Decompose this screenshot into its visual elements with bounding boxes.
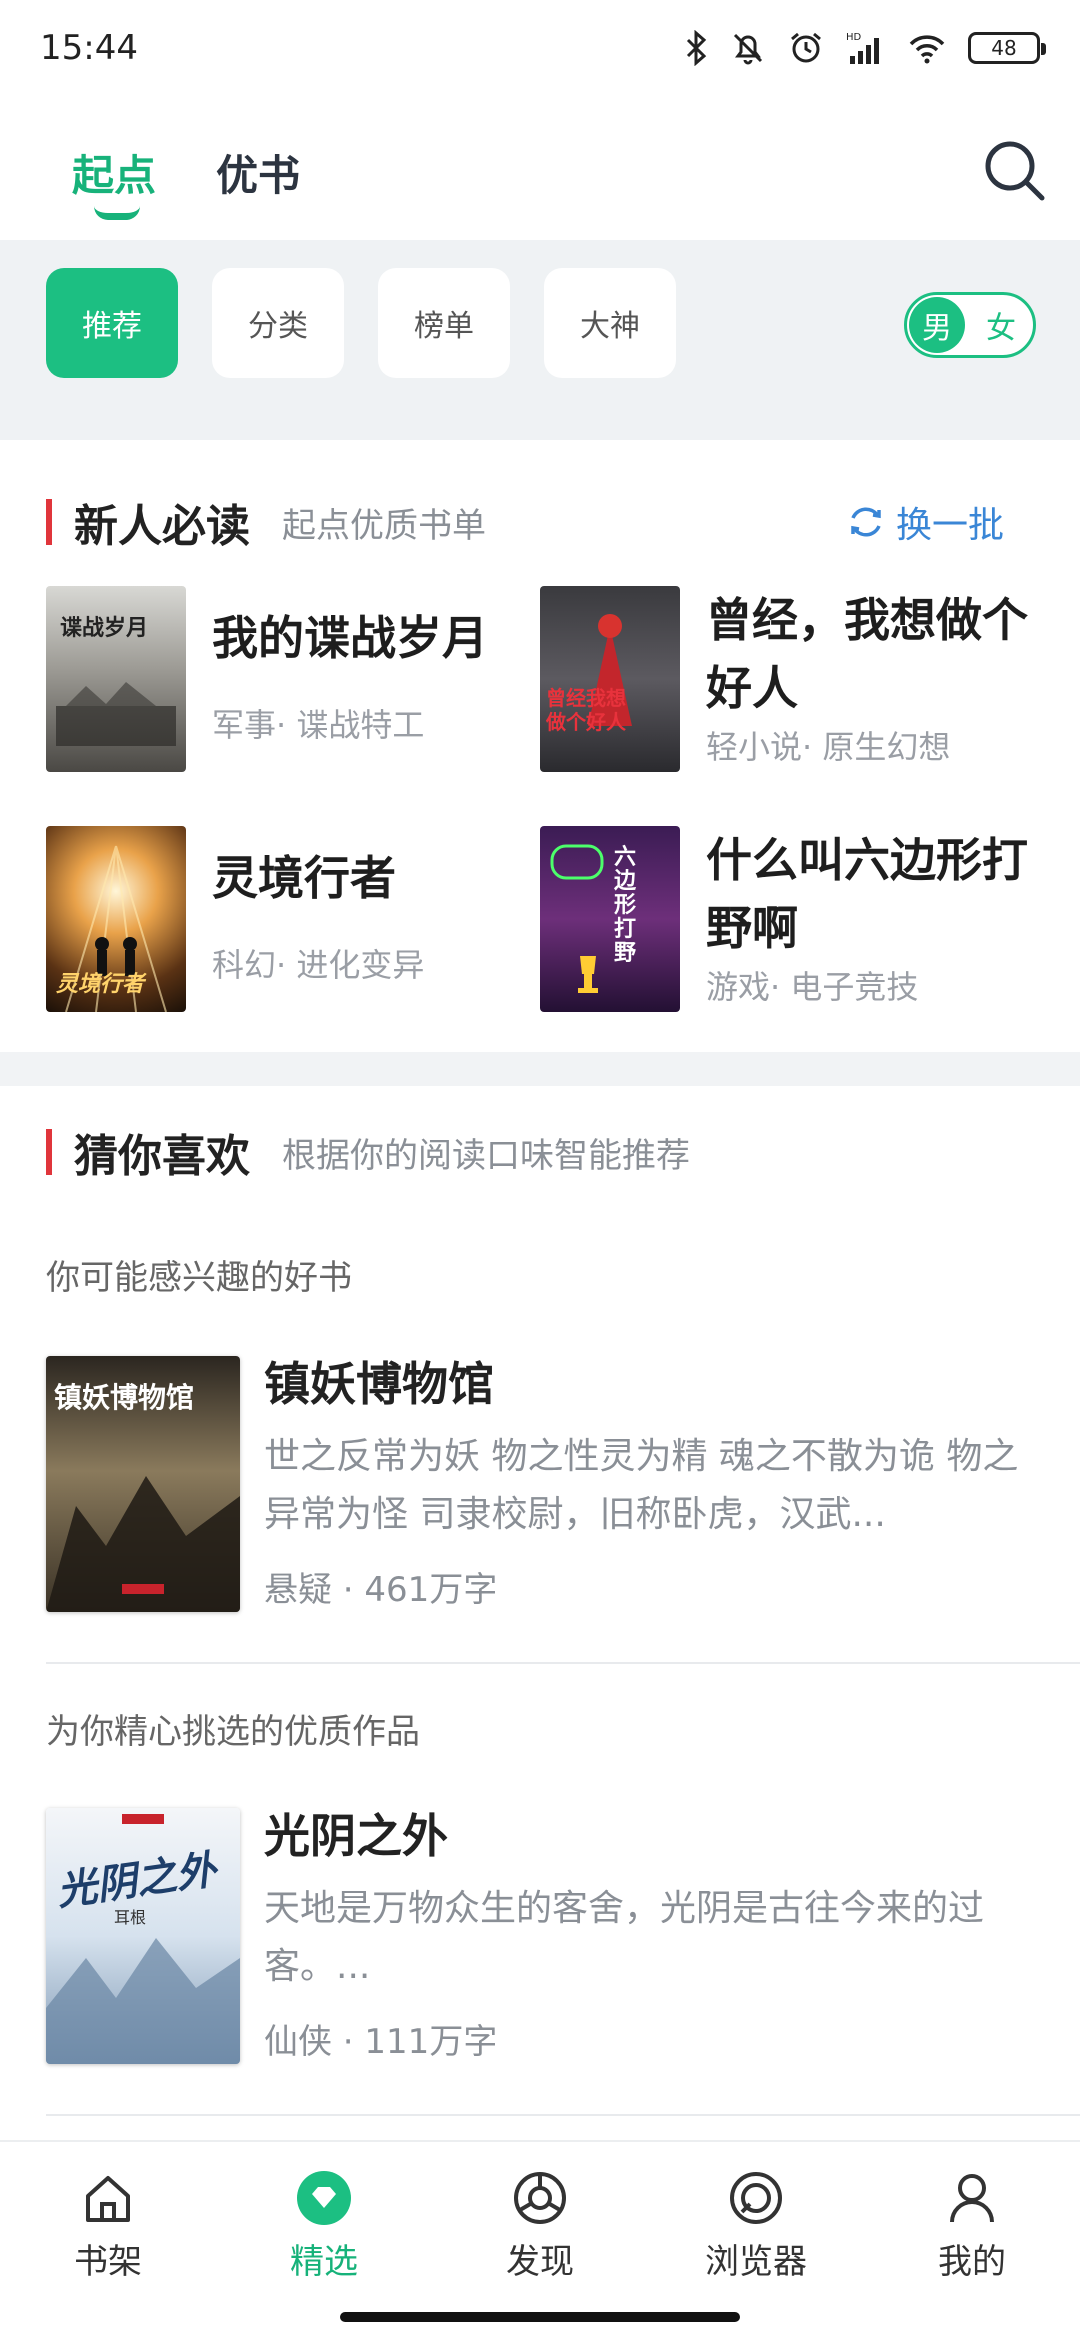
top-nav: 起点 优书 — [0, 96, 1080, 240]
nav-featured[interactable]: 精选 — [254, 2162, 394, 2282]
nav-label: 发现 — [506, 2242, 574, 2282]
status-time: 15:44 — [40, 28, 138, 68]
section-title: 新人必读 — [74, 501, 250, 552]
section-header: 新人必读 起点优质书单 — [46, 492, 486, 552]
section-title: 猜你喜欢 — [74, 1131, 250, 1182]
book-meta: 悬疑 · 461万字 — [264, 1570, 498, 1610]
recommend-hint: 为你精心挑选的优质作品 — [46, 1712, 420, 1752]
section-guess-you-like: 猜你喜欢 根据你的阅读口味智能推荐 你可能感兴趣的好书 镇妖博物馆 镇妖博物馆 … — [0, 1086, 1080, 2140]
nav-label: 浏览器 — [705, 2242, 807, 2282]
section-marker — [46, 1129, 52, 1175]
book-title: 曾经，我想做个好人 — [706, 593, 1028, 715]
book-meta: 仙侠 · 111万字 — [264, 2022, 498, 2062]
section-subtitle: 根据你的阅读口味智能推荐 — [282, 1135, 690, 1176]
nav-me[interactable]: 我的 — [902, 2162, 1042, 2282]
book-title[interactable]: 镇妖博物馆 — [264, 1348, 494, 1414]
book-card[interactable]: 谍战岁月 我的谍战岁月 军事· 谍战特工 — [46, 586, 546, 776]
cover-art — [550, 844, 604, 993]
book-cover[interactable]: 光阴之外 耳根 — [46, 1808, 240, 2064]
book-title[interactable]: 光阴之外 — [264, 1800, 448, 1866]
gender-male[interactable]: 男 — [909, 297, 965, 353]
refresh-button[interactable]: 换一批 — [846, 496, 1004, 548]
battery-level: 48 — [991, 36, 1017, 60]
gender-toggle[interactable]: 男 女 — [904, 292, 1036, 358]
book-cover[interactable]: 镇妖博物馆 — [46, 1356, 240, 1612]
cover-title: 六边形打野 — [614, 845, 637, 966]
compass-icon — [514, 2172, 566, 2224]
signal-icon: HD — [846, 32, 879, 64]
book-cover: 六边形打野 — [540, 826, 680, 1012]
search-icon[interactable] — [980, 136, 1048, 204]
cover-title: 镇妖博物馆 — [54, 1381, 195, 1414]
chip-ranking[interactable]: 榜单 — [378, 268, 510, 378]
cover-art — [588, 614, 632, 726]
browser-icon — [730, 2172, 782, 2224]
active-tab-indicator — [94, 206, 140, 220]
recommend-hint: 你可能感兴趣的好书 — [46, 1258, 352, 1298]
book-card[interactable]: 灵境行者 灵境行者 科幻· 进化变异 — [46, 826, 546, 1016]
book-meta: 科幻· 进化变异 — [212, 946, 425, 984]
tab-qidian[interactable]: 起点 — [72, 142, 156, 203]
person-icon — [950, 2174, 994, 2223]
cover-title: 谍战岁月 — [60, 616, 149, 641]
book-description: 世之反常为妖 物之性灵为精 魂之不散为诡 物之异常为怪 司隶校尉，旧称卧虎，汉武… — [264, 1436, 1019, 1535]
battery-icon: 48 — [968, 32, 1046, 64]
refresh-label: 换一批 — [896, 505, 1005, 546]
book-meta: 轻小说· 原生幻想 — [706, 728, 951, 766]
book-card[interactable]: 曾经我想做个好人 曾经，我想做个好人 轻小说· 原生幻想 — [540, 586, 1040, 776]
book-description: 天地是万物众生的客舍，光阴是古往今来的过客。... — [264, 1888, 985, 1987]
section-header: 猜你喜欢 根据你的阅读口味智能推荐 — [46, 1122, 690, 1182]
nav-label: 精选 — [290, 2242, 358, 2282]
svg-text:HD: HD — [846, 32, 862, 43]
bottom-nav: 书架 精选 发现 浏览器 我的 — [0, 2140, 1080, 2340]
nav-label: 我的 — [938, 2242, 1006, 2282]
status-bar: 15:44 HD 48 — [0, 0, 1080, 96]
book-card[interactable]: 六边形打野 什么叫六边形打野啊 游戏· 电子竞技 — [540, 826, 1040, 1016]
chip-category[interactable]: 分类 — [212, 268, 344, 378]
chip-recommend[interactable]: 推荐 — [46, 268, 178, 378]
nav-label: 书架 — [74, 2242, 142, 2282]
category-chips: 推荐 分类 榜单 大神 男 女 — [0, 240, 1080, 440]
cover-author: 耳根 — [114, 1908, 147, 1927]
book-cover: 谍战岁月 — [46, 586, 186, 772]
nav-browser[interactable]: 浏览器 — [686, 2162, 826, 2282]
section-newcomer-reads: 新人必读 起点优质书单 换一批 谍战岁月 我的谍战岁月 军事· 谍战特工 曾经我… — [0, 440, 1080, 1052]
cover-title: 曾经我想做个好人 — [546, 686, 626, 734]
book-title: 什么叫六边形打野啊 — [706, 833, 1028, 955]
wifi-icon — [909, 35, 945, 64]
mute-bell-icon — [733, 33, 763, 65]
refresh-icon — [851, 507, 881, 537]
book-title: 灵境行者 — [212, 851, 396, 905]
item-divider — [46, 1662, 1080, 1664]
book-meta: 游戏· 电子竞技 — [706, 968, 919, 1006]
book-cover: 灵境行者 — [46, 826, 186, 1012]
chip-masters[interactable]: 大神 — [544, 268, 676, 378]
bluetooth-icon — [686, 30, 707, 66]
book-title: 我的谍战岁月 — [212, 611, 488, 665]
home-indicator[interactable] — [340, 2312, 740, 2322]
nav-bookshelf[interactable]: 书架 — [38, 2162, 178, 2282]
tab-youshu[interactable]: 优书 — [216, 142, 300, 203]
section-divider — [0, 1052, 1080, 1086]
book-meta: 军事· 谍战特工 — [212, 706, 425, 744]
alarm-icon — [791, 32, 821, 63]
section-marker — [46, 499, 52, 545]
status-icons: HD 48 — [684, 22, 1046, 74]
nav-discover[interactable]: 发现 — [470, 2162, 610, 2282]
section-subtitle: 起点优质书单 — [282, 505, 486, 546]
book-cover: 曾经我想做个好人 — [540, 586, 680, 772]
gender-female[interactable]: 女 — [973, 297, 1029, 353]
cover-title: 灵境行者 — [56, 972, 145, 997]
house-icon — [86, 2176, 130, 2222]
item-divider — [46, 2114, 1080, 2116]
gem-icon — [297, 2171, 351, 2225]
